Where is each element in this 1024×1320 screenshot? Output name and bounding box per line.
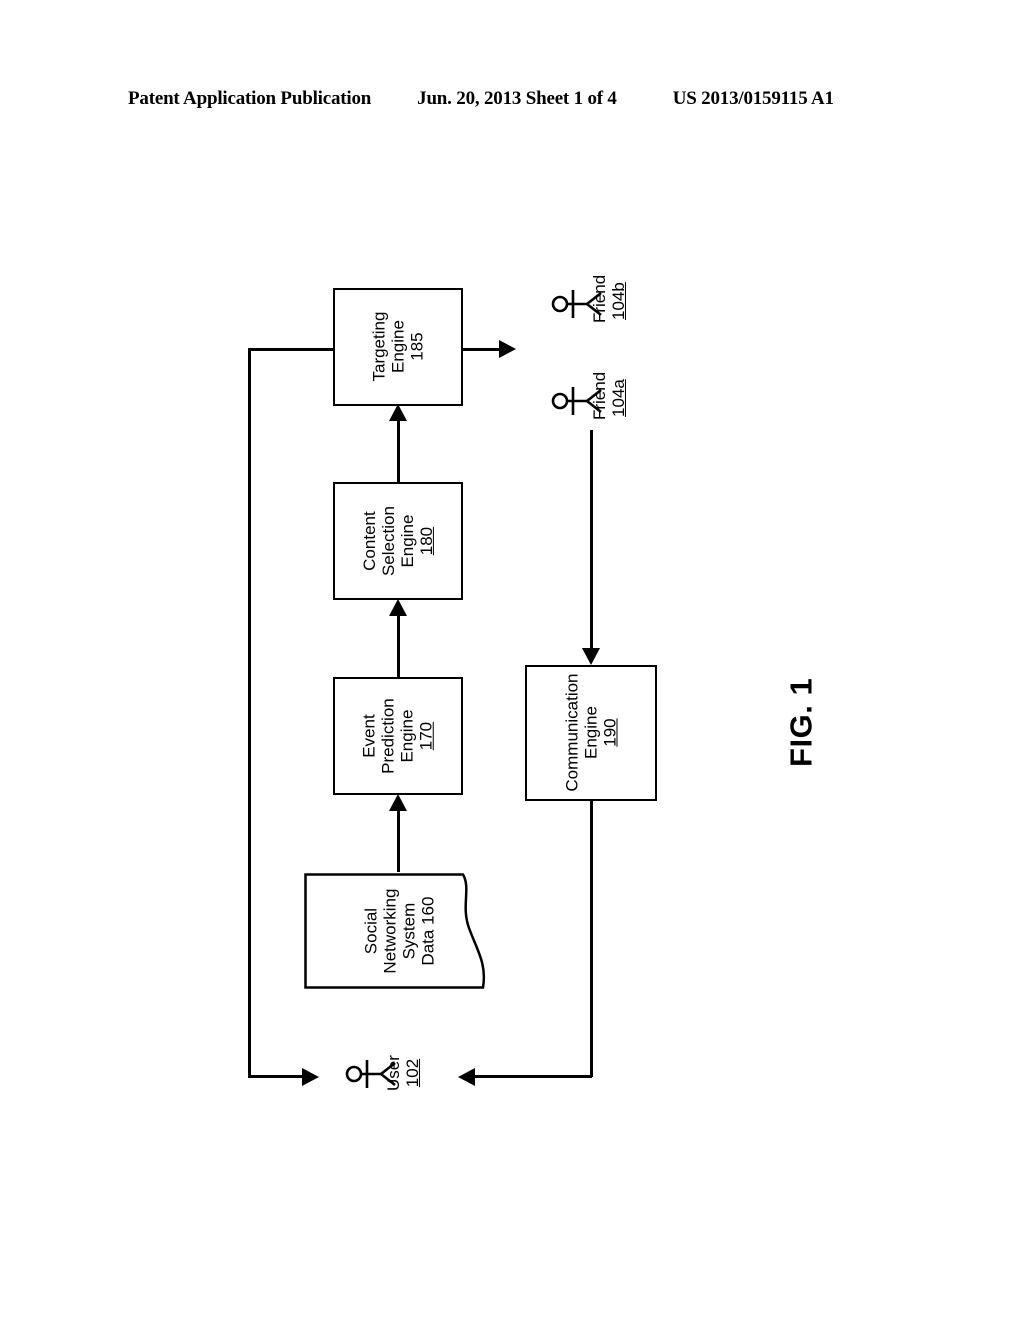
block-content-selection-engine[interactable]: Content Selection Engine 180 [333, 482, 463, 600]
actor-user-label: User 102 [384, 1053, 422, 1093]
patent-figure-page: Patent Application Publication Jun. 20, … [0, 0, 1024, 1320]
block-event-prediction-engine[interactable]: Event Prediction Engine 170 [333, 677, 463, 795]
connector-communication-to-user-horizontal [470, 1075, 592, 1078]
actor-friend-b[interactable]: Friend 104b [551, 275, 628, 330]
block-communication-engine-label: Communication Engine 190 [562, 674, 619, 792]
block-communication-engine[interactable]: Communication Engine 190 [525, 665, 657, 801]
connector-communication-to-user-vertical [590, 800, 593, 1077]
social-data-line4-wrap: Data 160 [419, 888, 438, 973]
friend-a-name: Friend [589, 371, 609, 421]
social-networking-data-text-wrap: Social Networking System Data 160 [303, 872, 525, 990]
communication-ref: 190 [600, 718, 620, 748]
header-publication-title: Patent Application Publication [128, 88, 372, 109]
block-targeting-engine-label: Targeting Engine 185 [369, 312, 426, 382]
connector-data-to-event [397, 810, 400, 872]
block-event-prediction-engine-label: Event Prediction Engine 170 [360, 698, 436, 774]
connector-targeting-left-stub [248, 348, 333, 351]
friend-b-name: Friend [589, 274, 609, 324]
arrowhead-communication-to-user [458, 1068, 475, 1086]
content-selection-line3: Engine [398, 514, 417, 568]
targeting-engine-line2: Engine [388, 320, 408, 374]
social-data-line3: System [399, 902, 419, 960]
block-content-selection-engine-label: Content Selection Engine 180 [360, 506, 436, 576]
arrowhead-targeting-to-friends [499, 340, 516, 358]
header-patent-number: US 2013/0159115 A1 [672, 88, 834, 109]
content-selection-ref: 180 [417, 526, 437, 556]
content-selection-line2: Selection [378, 506, 398, 576]
social-data-ref: 160 [419, 896, 439, 925]
actor-friend-a-label: Friend 104a [589, 371, 628, 421]
actor-friend-a[interactable]: Friend 104a [551, 372, 628, 427]
arrowhead-feedback-to-user [302, 1068, 319, 1086]
header-date-sheet: Jun. 20, 2013 Sheet 1 of 4 [417, 88, 617, 109]
communication-line2: Engine [581, 706, 601, 760]
user-name: User [383, 1055, 403, 1091]
arrowhead-friend-a-to-communication [582, 648, 600, 665]
actor-user[interactable]: User 102 [345, 1048, 422, 1100]
friend-a-ref: 104a [609, 379, 628, 417]
block-targeting-engine[interactable]: Targeting Engine 185 [333, 288, 463, 406]
connector-targeting-to-friends [463, 348, 503, 351]
content-selection-line1: Content [359, 511, 379, 571]
connector-friend-a-to-communication [590, 430, 593, 652]
actor-friend-b-label: Friend 104b [589, 274, 628, 324]
social-data-line2: Networking [380, 888, 400, 974]
block-social-networking-data[interactable]: Social Networking System Data 160 [303, 872, 497, 990]
connector-feedback-to-user [248, 1075, 306, 1078]
social-data-line4: Data [419, 929, 439, 966]
arrowhead-event-to-content [389, 599, 407, 616]
event-prediction-line3: Engine [397, 709, 417, 763]
connector-event-to-content [397, 615, 400, 677]
page-header: Patent Application Publication Jun. 20, … [128, 88, 896, 114]
targeting-engine-ref: 185 [407, 332, 427, 362]
communication-line1: Communication [562, 673, 582, 793]
connector-content-to-targeting [397, 420, 400, 482]
friend-b-ref: 104b [609, 282, 628, 320]
event-prediction-line1: Event [359, 714, 379, 758]
social-networking-data-label: Social Networking System Data 160 [362, 888, 438, 973]
social-data-line1: Social [361, 907, 381, 955]
user-ref: 102 [403, 1058, 422, 1088]
arrowhead-content-to-targeting [389, 404, 407, 421]
event-prediction-line2: Prediction [378, 698, 398, 774]
connector-feedback-vertical [248, 348, 251, 1077]
figure-caption: FIG. 1 [783, 677, 819, 767]
targeting-engine-line1: Targeting [369, 312, 389, 382]
event-prediction-ref: 170 [417, 721, 437, 751]
arrowhead-data-to-event [389, 794, 407, 811]
